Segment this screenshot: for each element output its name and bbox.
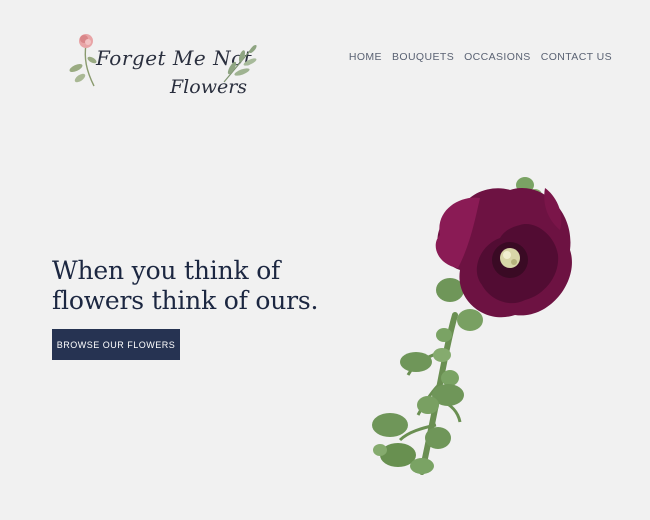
main-nav: HOME BOUQUETS OCCASIONS CONTACT US: [349, 51, 612, 63]
nav-bouquets[interactable]: BOUQUETS: [392, 51, 454, 63]
site-header: Forget Me Not Flowers HOME BOUQUETS OCCA…: [0, 0, 650, 120]
hollyhock-flower-image: [372, 177, 572, 475]
hero-headline: When you think of flowers think of ours.: [52, 256, 352, 316]
nav-occasions[interactable]: OCCASIONS: [464, 51, 531, 63]
hero-headline-line2: flowers think of ours.: [52, 286, 319, 315]
hero-section: When you think of flowers think of ours.: [52, 256, 352, 316]
browse-flowers-button[interactable]: BROWSE OUR FLOWERS: [52, 329, 180, 360]
nav-contact-us[interactable]: CONTACT US: [541, 51, 612, 63]
leaf-sprig-icon: [223, 44, 257, 83]
nav-home[interactable]: HOME: [349, 51, 382, 63]
logo[interactable]: Forget Me Not Flowers: [62, 28, 262, 106]
hero-headline-line1: When you think of: [52, 256, 281, 285]
